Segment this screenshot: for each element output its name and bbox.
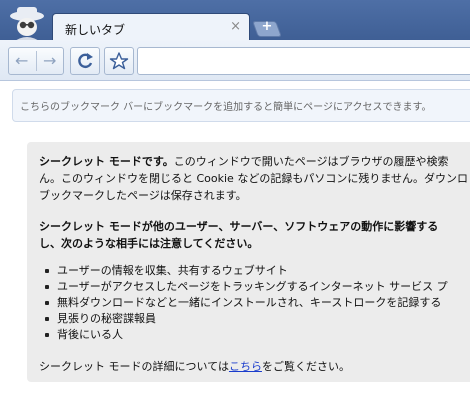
reload-button[interactable] <box>70 47 100 75</box>
para1-line-3: ブックマークしたページは保存されます。 <box>39 189 247 202</box>
bookmark-bar: こちらのブックマーク バーにブックマークを追加すると簡単にページにアクセスできま… <box>12 89 470 122</box>
para1-line-1-bold: シークレット モードです。 <box>39 155 174 168</box>
learn-more-link[interactable]: こちら <box>229 360 262 373</box>
list-item: ユーザーがアクセスしたページをトラッキングするインターネット サービス プ <box>45 280 448 293</box>
forward-arrow-icon[interactable]: → <box>43 51 56 70</box>
divider <box>36 51 37 71</box>
footer-text-after: をご覧ください。 <box>261 360 350 373</box>
footer-text-before: シークレット モードの詳細については <box>39 360 229 373</box>
list-item: 背後にいる人 <box>45 327 448 343</box>
title-bar: 新しいタブ × + <box>0 0 470 43</box>
tab-title: 新しいタブ <box>65 23 126 37</box>
reload-icon <box>78 53 93 69</box>
bookmark-star-button[interactable] <box>104 47 134 75</box>
bookmark-bar-message: こちらのブックマーク バーにブックマークを追加すると簡単にページにアクセスできま… <box>20 102 432 113</box>
para2-line-2: し、次のような相手には注意してください。 <box>39 237 259 250</box>
incognito-paragraph-1: シークレット モードです。このウィンドウで開いたページはブラウザの履歴や検索 ん… <box>39 153 468 204</box>
plus-icon: + <box>261 19 273 34</box>
back-arrow-icon[interactable]: ← <box>15 51 28 70</box>
toolbar: ← → <box>0 40 470 81</box>
tab-close-icon[interactable]: × <box>230 19 241 34</box>
incognito-paragraph-2: シークレット モードが他のユーザー、サーバー、ソフトウェアの動作に影響する し、… <box>39 218 438 252</box>
star-icon <box>109 52 129 70</box>
incognito-icon <box>10 7 44 43</box>
incognito-footer-note: シークレット モードの詳細についてはこちらをご覧ください。 <box>39 358 350 374</box>
list-item: 無料ダウンロードなどと一緒にインストールされ、キーストロークを記録する <box>45 295 448 311</box>
back-forward-buttons: ← → <box>8 47 64 75</box>
omnibox-input[interactable] <box>137 47 470 75</box>
list-item: 見張りの秘密諜報員 <box>45 311 448 327</box>
tab-new-tab[interactable]: 新しいタブ × <box>52 13 250 42</box>
caution-list: ユーザーの情報を収集、共有するウェブサイト ユーザーがアクセスしたページをトラッ… <box>45 263 448 343</box>
para1-line-2: ん。このウィンドウを閉じると Cookie などの記録もパソコンに残りません。ダ… <box>39 172 468 185</box>
incognito-info-panel: シークレット モードです。このウィンドウで開いたページはブラウザの履歴や検索 ん… <box>27 142 470 382</box>
para2-line-1: シークレット モードが他のユーザー、サーバー、ソフトウェアの動作に影響する <box>39 220 439 233</box>
list-item: ユーザーの情報を収集、共有するウェブサイト <box>45 263 448 279</box>
para1-line-1-rest: このウィンドウで開いたページはブラウザの履歴や検索 <box>173 155 449 168</box>
